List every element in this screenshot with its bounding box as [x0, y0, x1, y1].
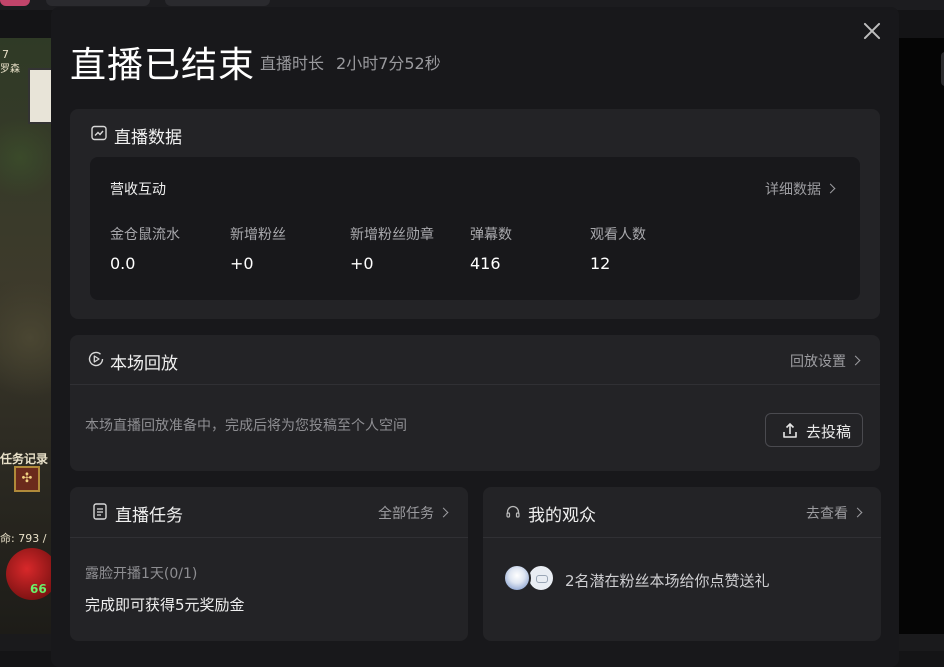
avatar-placeholder-icon: [536, 575, 548, 583]
upload-replay-label: 去投稿: [806, 424, 852, 441]
modal-title: 直播已结束: [70, 45, 256, 86]
stat-value: 0.0: [110, 254, 136, 273]
stat-label: 弹幕数: [470, 227, 512, 243]
duration-label: 直播时长: [260, 54, 325, 73]
play-circle-icon: [87, 350, 105, 368]
stat-value: +0: [350, 254, 374, 273]
chevron-right-icon: [438, 507, 449, 518]
detail-data-link[interactable]: 详细数据: [765, 179, 836, 199]
duration-value: 2小时7分52秒: [336, 54, 441, 73]
stat-label: 新增粉丝: [230, 227, 286, 243]
audience-header: 我的观众: [528, 506, 596, 526]
stats-section-title: 营收互动: [110, 182, 166, 198]
game-life-readout: 命: 793 /: [0, 532, 47, 545]
avatar[interactable]: [503, 564, 531, 592]
replay-settings-label: 回放设置: [790, 354, 846, 370]
background-tab[interactable]: [46, 0, 150, 6]
detail-data-link-label: 详细数据: [765, 182, 821, 198]
divider: [483, 537, 881, 538]
tasks-header: 直播任务: [115, 506, 183, 526]
stats-header: 直播数据: [114, 128, 182, 148]
replay-header: 本场回放: [110, 354, 178, 374]
divider: [70, 384, 880, 385]
view-audience-label: 去查看: [806, 506, 848, 522]
line-chart-icon: [91, 125, 107, 141]
close-icon[interactable]: [861, 20, 883, 42]
headset-icon: [505, 504, 521, 520]
all-tasks-link[interactable]: 全部任务: [378, 503, 449, 523]
stat-label: 观看人数: [590, 227, 646, 243]
avatar[interactable]: [527, 564, 555, 592]
upload-replay-button[interactable]: 去投稿: [765, 413, 863, 447]
view-audience-link[interactable]: 去查看: [806, 503, 863, 523]
stat-value: +0: [230, 254, 254, 273]
stat-label: 新增粉丝勋章: [350, 227, 434, 243]
game-task-icon[interactable]: ✣: [14, 466, 40, 492]
document-icon: [92, 503, 108, 520]
background-tab[interactable]: [0, 0, 30, 6]
divider: [70, 537, 468, 538]
all-tasks-label: 全部任务: [378, 506, 434, 522]
chevron-right-icon: [825, 183, 836, 194]
stream-duration: 直播时长 2小时7分52秒: [260, 50, 441, 74]
task-name: 露脸开播1天(0/1): [85, 566, 198, 582]
background-right-panel: [899, 38, 944, 651]
background-tab[interactable]: [165, 0, 270, 6]
chevron-right-icon: [852, 507, 863, 518]
chevron-right-icon: [850, 355, 861, 366]
upload-icon: [780, 421, 800, 441]
stat-value: 416: [470, 254, 501, 273]
task-reward: 完成即可获得5元奖励金: [85, 596, 245, 614]
replay-card: [70, 335, 880, 471]
audience-summary: 2名潜在粉丝本场给你点赞送礼: [565, 572, 770, 590]
replay-description: 本场直播回放准备中，完成后将为您投稿至个人空间: [85, 418, 407, 434]
game-task-log[interactable]: 任务记录: [0, 450, 48, 467]
stat-label: 金仓鼠流水: [110, 227, 180, 243]
stat-value: 12: [590, 254, 611, 273]
replay-settings-link[interactable]: 回放设置: [790, 351, 861, 371]
game-orb-value: 66: [30, 582, 47, 596]
game-player-name: 罗森: [0, 64, 20, 75]
